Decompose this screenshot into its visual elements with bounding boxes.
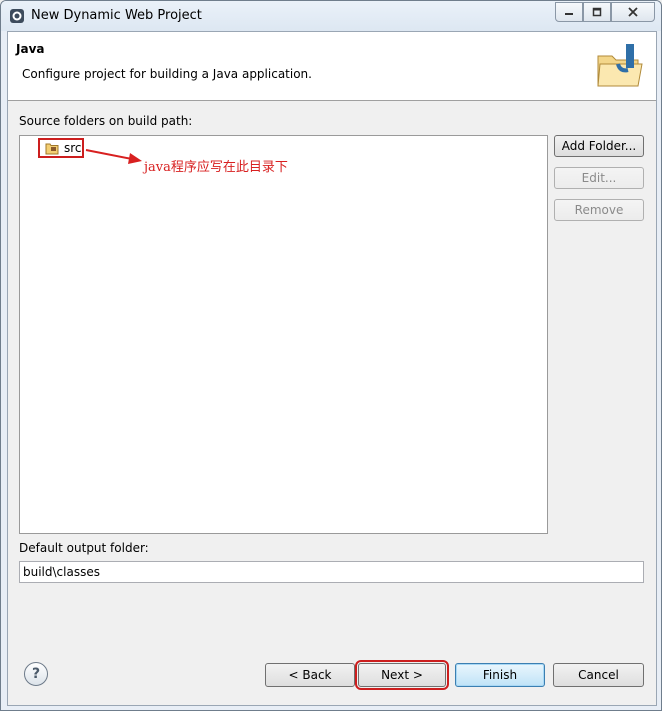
wizard-header: Java Configure project for building a Ja… — [8, 32, 656, 101]
java-folder-icon — [597, 44, 643, 87]
source-folders-label: Source folders on build path: — [19, 114, 193, 128]
minimize-button[interactable] — [555, 2, 583, 22]
help-button[interactable]: ? — [24, 662, 48, 686]
dialog-window: New Dynamic Web Project Java Configure p… — [0, 0, 662, 711]
add-folder-button[interactable]: Add Folder... — [554, 135, 644, 157]
tree-item-label: src — [64, 141, 82, 155]
remove-button[interactable]: Remove — [554, 199, 644, 221]
dialog-content: Java Configure project for building a Ja… — [7, 31, 657, 706]
package-folder-icon — [45, 143, 59, 154]
page-title: Java — [16, 42, 45, 56]
maximize-icon — [592, 7, 602, 17]
title-bar[interactable]: New Dynamic Web Project — [1, 1, 661, 31]
back-button[interactable]: < Back — [265, 663, 355, 687]
close-icon — [628, 7, 638, 17]
close-button[interactable] — [611, 2, 655, 22]
eclipse-icon — [10, 9, 24, 23]
tree-item-src[interactable]: src — [38, 138, 84, 158]
minimize-icon — [565, 13, 573, 15]
edit-button[interactable]: Edit... — [554, 167, 644, 189]
source-folders-tree[interactable]: src java程序应写在此目录下 — [19, 135, 548, 534]
page-description: Configure project for building a Java ap… — [22, 67, 312, 81]
finish-button[interactable]: Finish — [455, 663, 545, 687]
output-folder-field[interactable]: build\classes — [19, 561, 644, 583]
window-controls — [555, 2, 655, 22]
cancel-button[interactable]: Cancel — [553, 663, 644, 687]
window-title: New Dynamic Web Project — [31, 8, 202, 23]
output-folder-label: Default output folder: — [19, 541, 149, 555]
annotation-arrow — [85, 149, 142, 164]
next-button[interactable]: Next > — [355, 660, 449, 690]
help-icon: ? — [31, 666, 41, 682]
annotation-text: java程序应写在此目录下 — [144, 160, 288, 175]
maximize-button[interactable] — [583, 2, 611, 22]
